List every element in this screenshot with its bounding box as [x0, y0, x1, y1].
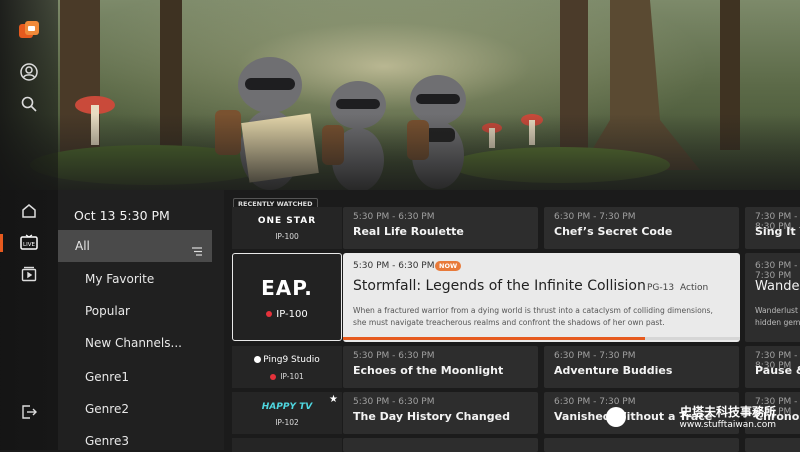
app-logo-icon[interactable] [17, 18, 41, 42]
channel-number: IP-101 [280, 372, 304, 381]
channel-logo-ping9-studio[interactable]: Ping9 Studio IP-101 [232, 346, 342, 388]
watermark: 史塔夫科技事務所 www.stufftaiwan.com [680, 403, 776, 430]
home-icon[interactable] [17, 199, 41, 223]
channel-logo-eap-selected[interactable]: EAP. IP-100 [232, 253, 342, 341]
watermark-logo-icon [606, 407, 626, 427]
channel-logo-happy-tv[interactable]: HAPPY TV IP-102 [232, 392, 342, 434]
live-dot-icon [270, 374, 277, 380]
progress-fill [343, 337, 645, 340]
search-icon[interactable] [17, 92, 41, 116]
program-real-life-roulette[interactable]: 5:30 PM - 6:30 PM Real Life Roulette [343, 207, 538, 249]
menu-item-all[interactable]: All [75, 239, 90, 253]
active-indicator [0, 234, 3, 252]
program-description-line2: she must navigate treacherous realms and… [353, 318, 665, 327]
eap-logo: EAP. [261, 276, 313, 300]
menu-item-genre1[interactable]: Genre1 [85, 370, 129, 384]
live-label: LIVE [23, 242, 35, 248]
recordings-icon[interactable] [17, 262, 41, 286]
watermark-line2: www.stufftaiwan.com [679, 420, 776, 430]
favorite-star-icon[interactable]: ★ [329, 394, 338, 405]
profile-icon[interactable] [17, 60, 41, 84]
channel-number: IP-100 [276, 309, 308, 320]
exit-icon[interactable] [17, 400, 41, 424]
channel-filter-menu: Oct 13 5:30 PM All My Favorite Popular N… [58, 190, 224, 450]
ping9-logo-icon [254, 356, 262, 363]
program-sing-it-you[interactable]: 7:30 PM - 8:30 PM Sing It You [745, 207, 800, 249]
program-description-line1: When a fractured warrior from a dying wo… [353, 306, 713, 315]
program-adventure-buddies[interactable]: 6:30 PM - 7:30 PM Adventure Buddies [544, 346, 739, 388]
genre-label: Action [680, 283, 709, 293]
current-datetime: Oct 13 5:30 PM [74, 208, 170, 223]
program-echoes-of-the-moonlight[interactable]: 5:30 PM - 6:30 PM Echoes of the Moonligh… [343, 346, 538, 388]
live-tv-icon[interactable]: LIVE [17, 230, 41, 254]
program-title: Stormfall: Legends of the Infinite Colli… [353, 278, 646, 294]
program-chefs-secret-code[interactable]: 6:30 PM - 7:30 PM Chef’s Secret Code [544, 207, 739, 249]
program-time: 5:30 PM - 6:30 PM [353, 261, 435, 271]
hero-banner [0, 0, 800, 190]
program-wanderlust[interactable]: 6:30 PM - 7:30 PM Wanderlust Wanderlust … [745, 253, 800, 342]
ping9-logo-text: Ping9 Studio [263, 355, 320, 365]
menu-item-my-favorite[interactable]: My Favorite [85, 272, 154, 286]
menu-item-new-channels[interactable]: New Channels... [85, 336, 182, 350]
menu-item-genre2[interactable]: Genre2 [85, 402, 129, 416]
filter-icon[interactable] [192, 241, 202, 260]
channel-logo-one-star[interactable]: ONE STAR IP-100 [232, 207, 342, 249]
program-the-day-history-changed[interactable]: 5:30 PM - 6:30 PM The Day History Change… [343, 392, 538, 434]
menu-item-popular[interactable]: Popular [85, 304, 130, 318]
side-rail: LIVE [0, 0, 58, 450]
now-badge: NOW [435, 261, 462, 271]
progress-track [343, 337, 740, 340]
program-pause-and-p[interactable]: 7:30 PM - 8:30 PM Pause & P [745, 346, 800, 388]
program-stormfall-focused[interactable]: 5:30 PM - 6:30 PM NOW Stormfall: Legends… [343, 253, 740, 342]
rating-label: PG-13 [647, 283, 675, 293]
menu-item-genre3[interactable]: Genre3 [85, 434, 129, 448]
watermark-line1: 史塔夫科技事務所 [679, 405, 776, 419]
live-dot-icon [266, 311, 273, 317]
